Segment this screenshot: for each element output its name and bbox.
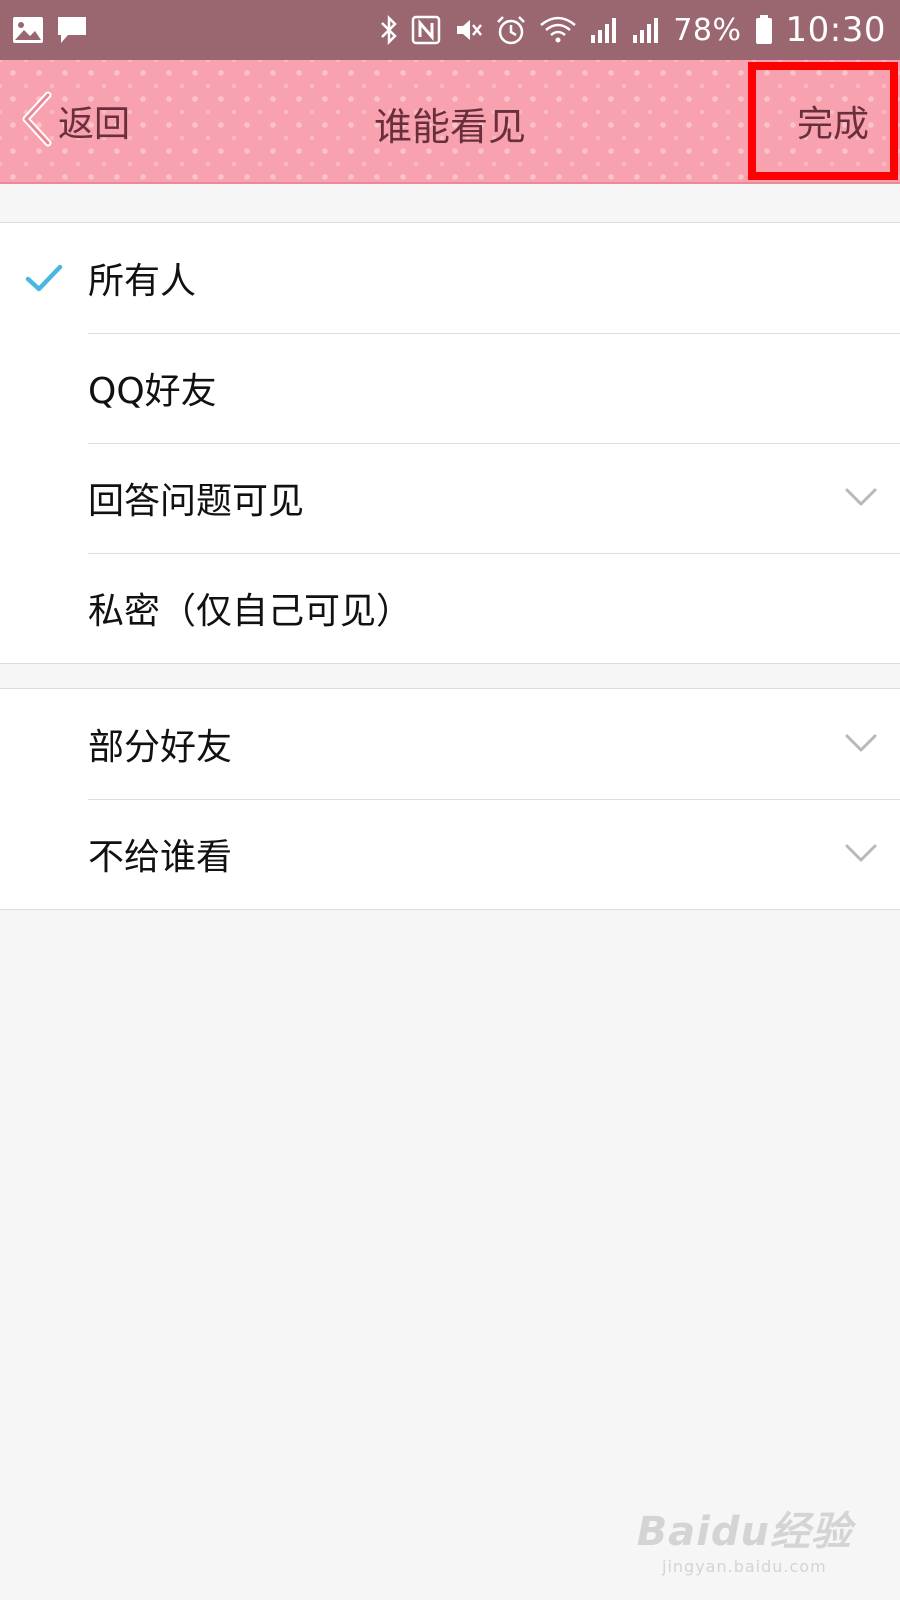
wifi-icon — [539, 15, 577, 45]
watermark-url: jingyan.baidu.com — [662, 1557, 827, 1576]
nfc-icon — [411, 15, 441, 45]
gallery-icon — [12, 16, 44, 44]
check-icon — [24, 261, 64, 295]
friend-filter-group: 部分好友 不给谁看 — [0, 688, 900, 910]
option-row-private[interactable]: 私密（仅自己可见） — [0, 553, 900, 663]
watermark-logo: Baidu经验 — [636, 1509, 852, 1555]
option-row-everyone[interactable]: 所有人 — [0, 223, 900, 333]
option-label: 回答问题可见 — [88, 481, 305, 522]
screen: 78% 10:30 返回 谁能看见 完成 所有人 QQ好友 回答问题可见 私密（… — [0, 0, 900, 1600]
clock: 10:30 — [785, 10, 886, 50]
done-label: 完成 — [796, 104, 869, 145]
baidu-watermark: Baidu经验 jingyan.baidu.com — [637, 1499, 852, 1576]
status-bar: 78% 10:30 — [0, 0, 900, 60]
chevron-down-icon — [844, 731, 878, 755]
signal-4g-icon — [631, 15, 661, 45]
option-row-qq-friends[interactable]: QQ好友 — [0, 333, 900, 443]
mute-icon — [453, 15, 483, 45]
option-label: 所有人 — [88, 261, 197, 302]
battery-percent: 78% — [673, 12, 742, 48]
status-right: 78% 10:30 — [379, 10, 886, 50]
done-button[interactable]: 完成 — [748, 62, 898, 180]
option-label: QQ好友 — [88, 371, 217, 412]
message-icon — [56, 15, 88, 45]
nav-header: 返回 谁能看见 完成 — [0, 60, 900, 184]
chevron-down-icon — [844, 841, 878, 865]
battery-icon — [754, 14, 774, 46]
option-row-hide-from[interactable]: 不给谁看 — [0, 799, 900, 909]
option-row-answer-question[interactable]: 回答问题可见 — [0, 443, 900, 553]
back-button[interactable]: 返回 — [18, 90, 130, 152]
chevron-down-icon — [844, 485, 878, 509]
chevron-left-icon — [18, 90, 54, 152]
option-label: 不给谁看 — [88, 837, 233, 878]
visibility-options-group: 所有人 QQ好友 回答问题可见 私密（仅自己可见） — [0, 222, 900, 664]
bluetooth-icon — [379, 14, 399, 46]
option-label: 部分好友 — [88, 727, 233, 768]
option-row-some-friends[interactable]: 部分好友 — [0, 689, 900, 799]
status-left — [12, 15, 88, 45]
signal-icon — [589, 15, 619, 45]
back-label: 返回 — [58, 104, 131, 145]
alarm-icon — [495, 14, 527, 46]
option-label: 私密（仅自己可见） — [88, 591, 413, 632]
